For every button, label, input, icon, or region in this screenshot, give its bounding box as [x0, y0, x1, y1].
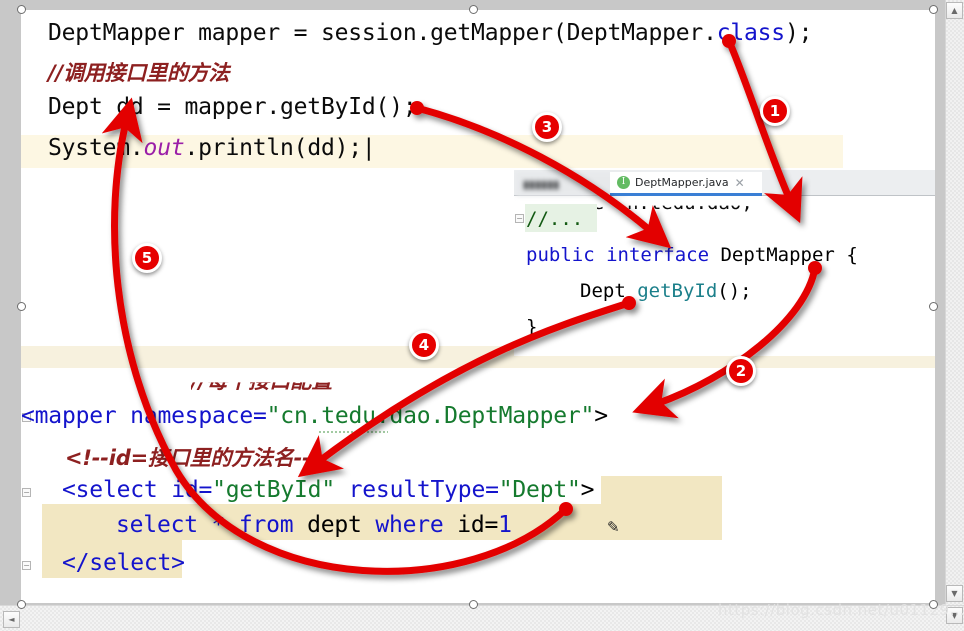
- xml-id-comment: <!--id=接口里的方法名-->: [65, 446, 329, 470]
- xml-line-select-open: <select id="getById" resultType="Dept">: [62, 477, 594, 503]
- xml-select-resulttype-value: "Dept": [498, 477, 581, 503]
- annotation-badge-2: 2: [726, 356, 756, 386]
- ide-tab-bar: ▮▮▮▮▮▮ I DeptMapper.java ✕: [514, 170, 935, 196]
- xml-line-mapper-open: <mapper namespace="cn.tedu.dao.DeptMappe…: [21, 403, 608, 429]
- sql-table: dept: [293, 512, 376, 538]
- document-canvas: DeptMapper mapper = session.getMapper(De…: [0, 0, 964, 631]
- xml-mapper-tag: <mapper namespace=: [21, 403, 267, 429]
- text-caret: |: [361, 135, 376, 161]
- spellcheck-squiggle: [318, 429, 388, 433]
- sql-select-star: select * from: [116, 512, 294, 538]
- vertical-scrollbar[interactable]: [945, 0, 964, 631]
- annotation-badge-1: 1: [760, 96, 790, 126]
- ide-line-closing-brace: }: [526, 316, 538, 338]
- code-line-3: Dept dd = mapper.getById();: [48, 94, 417, 120]
- annotation-badge-4: 4: [409, 330, 439, 360]
- xml-line-select-close: </select>: [62, 550, 185, 576]
- ide-line-comment: //...: [526, 208, 584, 230]
- xml-select-id-value: "getById": [212, 477, 335, 503]
- resize-handle-middle-right[interactable]: [929, 302, 938, 311]
- code-line-4: System.out.println(dd);|: [48, 135, 376, 161]
- xml-select-close-bracket: >: [580, 477, 595, 503]
- xml-mapper-close-bracket: >: [594, 403, 608, 429]
- selection-frame-top: [0, 0, 964, 10]
- code-fold-icon-select[interactable]: −: [22, 488, 31, 497]
- code-field-out: out: [143, 135, 185, 161]
- embedded-image-content: DeptMapper mapper = session.getMapper(De…: [21, 10, 935, 603]
- sql-id: id=: [443, 512, 499, 538]
- xml-select-attr-resulttype: resultType=: [348, 477, 499, 503]
- resize-handle-bottom-left[interactable]: [17, 600, 26, 609]
- close-icon[interactable]: ✕: [735, 176, 745, 190]
- ide-tab-blurred-label: ▮▮▮▮▮▮: [523, 177, 560, 191]
- sql-line-highlight-tail: [601, 476, 722, 506]
- resize-handle-top-center[interactable]: [469, 5, 478, 14]
- method-tail: ();: [717, 280, 752, 302]
- ide-tab-label: DeptMapper.java: [635, 176, 729, 189]
- code-fold-icon-1[interactable]: −: [515, 214, 524, 223]
- resize-handle-middle-left[interactable]: [17, 302, 26, 311]
- ide-line-method: Dept getById();: [580, 280, 752, 302]
- watermark: https://blog.csdn.net/u01129…: [718, 601, 964, 619]
- pencil-icon: ✎: [607, 518, 620, 536]
- code-keyword-class: class: [716, 20, 785, 46]
- scroll-down-button[interactable]: ▼: [946, 585, 963, 602]
- scroll-left-button[interactable]: ◄: [3, 611, 20, 628]
- sql-where: where: [375, 512, 444, 538]
- annotation-badge-5: 5: [132, 243, 162, 273]
- xml-line-sql: select * from dept where id=1: [116, 512, 512, 538]
- code-line-1: DeptMapper mapper = session.getMapper(De…: [48, 20, 812, 46]
- code-line-1-tail: );: [784, 20, 813, 46]
- annotation-badge-3: 3: [532, 112, 562, 142]
- code-line-4-a: System: [48, 135, 130, 161]
- code-fold-icon-select-close[interactable]: −: [22, 561, 31, 570]
- screenshot-root: DeptMapper mapper = session.getMapper(De…: [0, 0, 964, 631]
- xml-clipped-comment: //每个接口配置: [191, 369, 333, 393]
- embedded-ide-panel: ▮▮▮▮▮▮ I DeptMapper.java ✕ package cn.te…: [514, 170, 935, 356]
- method-return-type: Dept: [580, 280, 638, 302]
- interface-name: DeptMapper {: [709, 244, 858, 266]
- ide-tab-deptmapper-java[interactable]: I DeptMapper.java ✕: [610, 172, 762, 196]
- code-comment-chinese: //调用接口里的方法: [48, 61, 230, 85]
- xml-select-attr-id: id=: [171, 477, 213, 503]
- code-line-4-b: .println(dd);: [184, 135, 363, 161]
- ide-line-interface: public interface DeptMapper {: [526, 244, 858, 266]
- xml-mapper-namespace-value: "cn.tedu.dao.DeptMapper": [266, 403, 595, 429]
- kw-public: public: [526, 244, 595, 266]
- resize-handle-top-left[interactable]: [17, 5, 26, 14]
- resize-handle-bottom-center[interactable]: [469, 600, 478, 609]
- scroll-up-button[interactable]: ▲: [946, 2, 963, 19]
- code-line-4-dot: .: [129, 135, 144, 161]
- resize-handle-bottom-right[interactable]: [929, 600, 938, 609]
- sql-id-value: 1: [498, 512, 512, 538]
- kw-interface: interface: [606, 244, 710, 266]
- method-name-getbyid: getById: [637, 280, 718, 302]
- resize-handle-top-right[interactable]: [929, 5, 938, 14]
- xml-select-tag: <select: [62, 477, 172, 503]
- code-line-1-text: DeptMapper mapper = session.getMapper(De…: [48, 20, 717, 46]
- java-interface-icon: I: [617, 176, 630, 189]
